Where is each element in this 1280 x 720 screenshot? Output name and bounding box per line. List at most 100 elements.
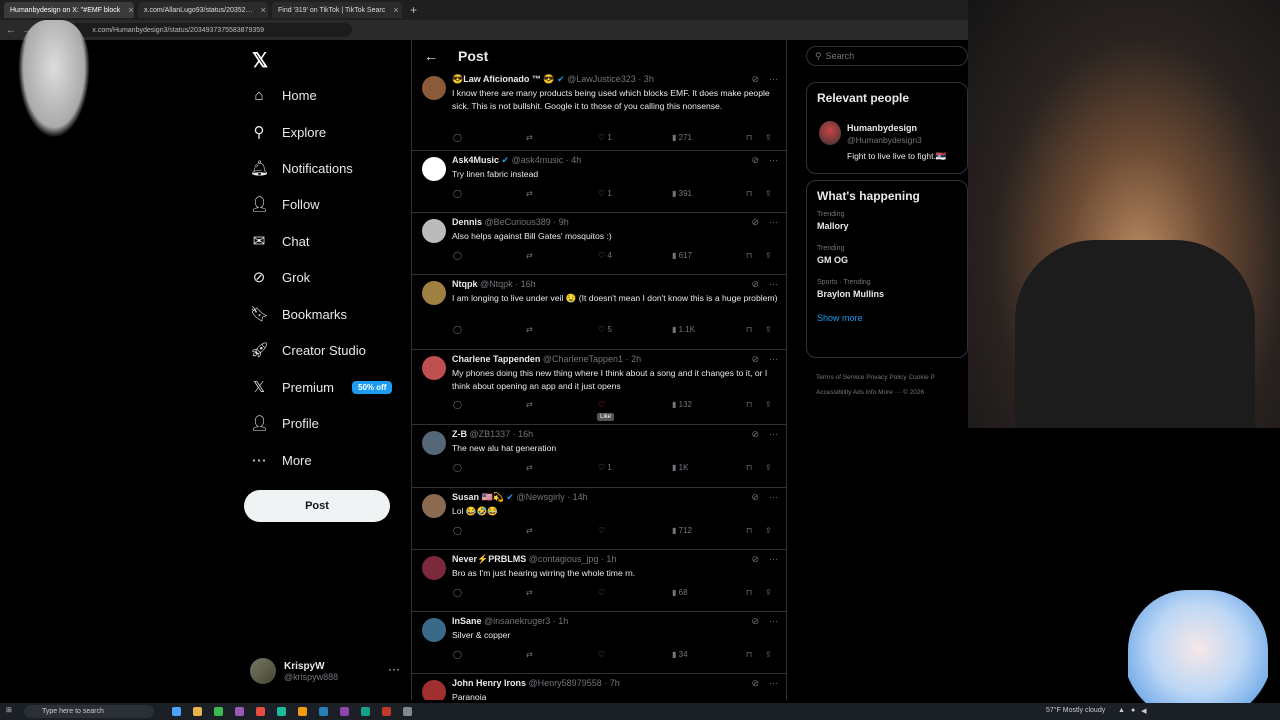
- bookmark-icon[interactable]: ⊓: [746, 251, 752, 260]
- bookmark-icon[interactable]: ⊓: [746, 189, 752, 198]
- app-icon[interactable]: [298, 707, 307, 716]
- like-button[interactable]: ♡: [598, 526, 605, 535]
- grok-icon[interactable]: ⊘: [751, 678, 759, 689]
- search-input[interactable]: ⚲ Search: [806, 46, 968, 66]
- url-field[interactable]: x.com/Humanbydesign3/status/203493737558…: [52, 23, 353, 37]
- retweet-icon[interactable]: ⇄: [526, 325, 533, 334]
- avatar[interactable]: [422, 556, 446, 580]
- more-icon[interactable]: ···: [769, 279, 778, 290]
- tweet-author-name[interactable]: John Henry Irons: [452, 678, 526, 688]
- weather-status[interactable]: 57°F Mostly cloudy: [1046, 707, 1105, 714]
- avatar[interactable]: [422, 618, 446, 642]
- browser-tab[interactable]: Humanbydesign on X: "#EMF block ×: [4, 2, 134, 18]
- share-icon[interactable]: ⇪: [765, 650, 772, 659]
- reply-icon[interactable]: ◯: [453, 189, 462, 198]
- retweet-icon[interactable]: ⇄: [526, 400, 533, 409]
- like-button[interactable]: ♡: [598, 650, 605, 659]
- bookmark-icon[interactable]: ⊓: [746, 133, 752, 142]
- app-icon[interactable]: [214, 707, 223, 716]
- app-icon[interactable]: [277, 707, 286, 716]
- grok-icon[interactable]: ⊘: [751, 492, 759, 503]
- nav-item-follow[interactable]: 👤︎ Follow: [250, 189, 320, 219]
- mic-icon[interactable]: ●: [1131, 707, 1135, 715]
- browser-tab[interactable]: x.com/AllanLugo93/status/20352… ×: [138, 2, 268, 18]
- more-icon[interactable]: ···: [769, 678, 778, 689]
- taskbar-search-input[interactable]: Type here to search: [24, 705, 154, 718]
- nav-item-notifications[interactable]: 🔔︎ Notifications: [250, 153, 353, 183]
- tweet[interactable]: Z-B @ZB1337 · 16h ⊘ ··· The new alu hat gen…: [412, 425, 786, 488]
- retweet-icon[interactable]: ⇄: [526, 526, 533, 535]
- tweet[interactable]: 😎Law Aficionado ™ 😎 ✔ @LawJustice323 · 3…: [412, 70, 786, 151]
- grok-icon[interactable]: ⊘: [751, 155, 759, 166]
- back-arrow-icon[interactable]: ←: [6, 25, 16, 36]
- grok-icon[interactable]: ⊘: [751, 554, 759, 565]
- retweet-icon[interactable]: ⇄: [526, 189, 533, 198]
- post-button[interactable]: Post: [244, 490, 390, 522]
- nav-item-profile[interactable]: 👤︎ Profile: [250, 408, 319, 438]
- more-icon[interactable]: ···: [769, 554, 778, 565]
- views-count[interactable]: ▮ 68: [672, 588, 688, 597]
- tweet-author-name[interactable]: Ask4Music: [452, 155, 499, 165]
- reply-icon[interactable]: ◯: [453, 650, 462, 659]
- tweet-author-name[interactable]: Ntqpk: [452, 279, 478, 289]
- relevant-person-name[interactable]: Humanbydesign: [847, 123, 917, 133]
- grok-icon[interactable]: ⊘: [751, 217, 759, 228]
- windows-start-icon[interactable]: ⊞: [6, 706, 12, 714]
- tweet[interactable]: Ntqpk @Ntqpk · 16h ⊘ ··· I am longing to li…: [412, 275, 786, 350]
- retweet-icon[interactable]: ⇄: [526, 251, 533, 260]
- avatar[interactable]: [422, 494, 446, 518]
- grok-icon[interactable]: ⊘: [751, 354, 759, 365]
- trend-item[interactable]: Trending Mallory: [807, 211, 967, 231]
- share-icon[interactable]: ⇪: [765, 133, 772, 142]
- more-icon[interactable]: ···: [769, 74, 778, 85]
- nav-item-grok[interactable]: ⊘ Grok: [250, 262, 310, 292]
- more-icon[interactable]: ···: [769, 429, 778, 440]
- views-count[interactable]: ▮ 1K: [672, 463, 688, 472]
- avatar[interactable]: [422, 76, 446, 100]
- app-icon[interactable]: [256, 707, 265, 716]
- views-count[interactable]: ▮ 271: [672, 133, 692, 142]
- share-icon[interactable]: ⇪: [765, 325, 772, 334]
- avatar[interactable]: [422, 219, 446, 243]
- tweet[interactable]: InSane @insanekruger3 · 1h ⊘ ··· Silver & c…: [412, 612, 786, 674]
- more-icon[interactable]: ···: [769, 217, 778, 228]
- tweet[interactable]: Ask4Music ✔ @ask4music · 4h ⊘ ··· Try linen…: [412, 151, 786, 213]
- views-count[interactable]: ▮ 132: [672, 400, 692, 409]
- bookmark-icon[interactable]: ⊓: [746, 526, 752, 535]
- bookmark-icon[interactable]: ⊓: [746, 650, 752, 659]
- account-switcher[interactable]: KrispyW @krispyw888 ···: [250, 656, 400, 686]
- more-icon[interactable]: ···: [769, 616, 778, 627]
- app-icon[interactable]: [340, 707, 349, 716]
- more-icon[interactable]: ···: [769, 155, 778, 166]
- app-icon[interactable]: [403, 707, 412, 716]
- app-icon[interactable]: [172, 707, 181, 716]
- more-icon[interactable]: ···: [769, 492, 778, 503]
- volume-icon[interactable]: ◀: [1141, 707, 1146, 715]
- reply-icon[interactable]: ◯: [453, 251, 462, 260]
- bookmark-icon[interactable]: ⊓: [746, 325, 752, 334]
- share-icon[interactable]: ⇪: [765, 588, 772, 597]
- nav-item-premium[interactable]: 𝕏 Premium 50% off: [250, 372, 393, 402]
- show-more-link[interactable]: Show more: [807, 313, 967, 333]
- tweet[interactable]: Dennis @BeCurious389 · 9h ⊘ ··· Also helps …: [412, 213, 786, 275]
- views-count[interactable]: ▮ 1.1K: [672, 325, 695, 334]
- like-button[interactable]: ♡ 1: [598, 189, 612, 198]
- tweet[interactable]: Susan 🇺🇸💫 ✔ @Newsgirly · 14h ⊘ ··· Lol 😂🤣😂 ◯…: [412, 488, 786, 550]
- nav-item-more[interactable]: ⋯ More: [250, 445, 312, 475]
- avatar[interactable]: [819, 121, 841, 145]
- nav-item-home[interactable]: ⌂ Home: [250, 80, 316, 110]
- nav-item-explore[interactable]: ⚲ Explore: [250, 117, 327, 147]
- like-button[interactable]: ♡: [598, 400, 605, 409]
- grok-icon[interactable]: ⊘: [751, 74, 759, 85]
- tweet-author-name[interactable]: Dennis: [452, 217, 482, 227]
- close-icon[interactable]: ×: [261, 5, 266, 15]
- share-icon[interactable]: ⇪: [765, 251, 772, 260]
- tweet-author-name[interactable]: Never⚡PRBLMS: [452, 554, 526, 564]
- like-button[interactable]: ♡ 1: [598, 133, 612, 142]
- like-button[interactable]: ♡ 4: [598, 251, 612, 260]
- nav-item-creator-studio[interactable]: 🚀︎ Creator Studio: [250, 335, 366, 365]
- tweet-author-name[interactable]: Susan 🇺🇸💫: [452, 492, 504, 502]
- reply-icon[interactable]: ◯: [453, 463, 462, 472]
- retweet-icon[interactable]: ⇄: [526, 588, 533, 597]
- views-count[interactable]: ▮ 617: [672, 251, 692, 260]
